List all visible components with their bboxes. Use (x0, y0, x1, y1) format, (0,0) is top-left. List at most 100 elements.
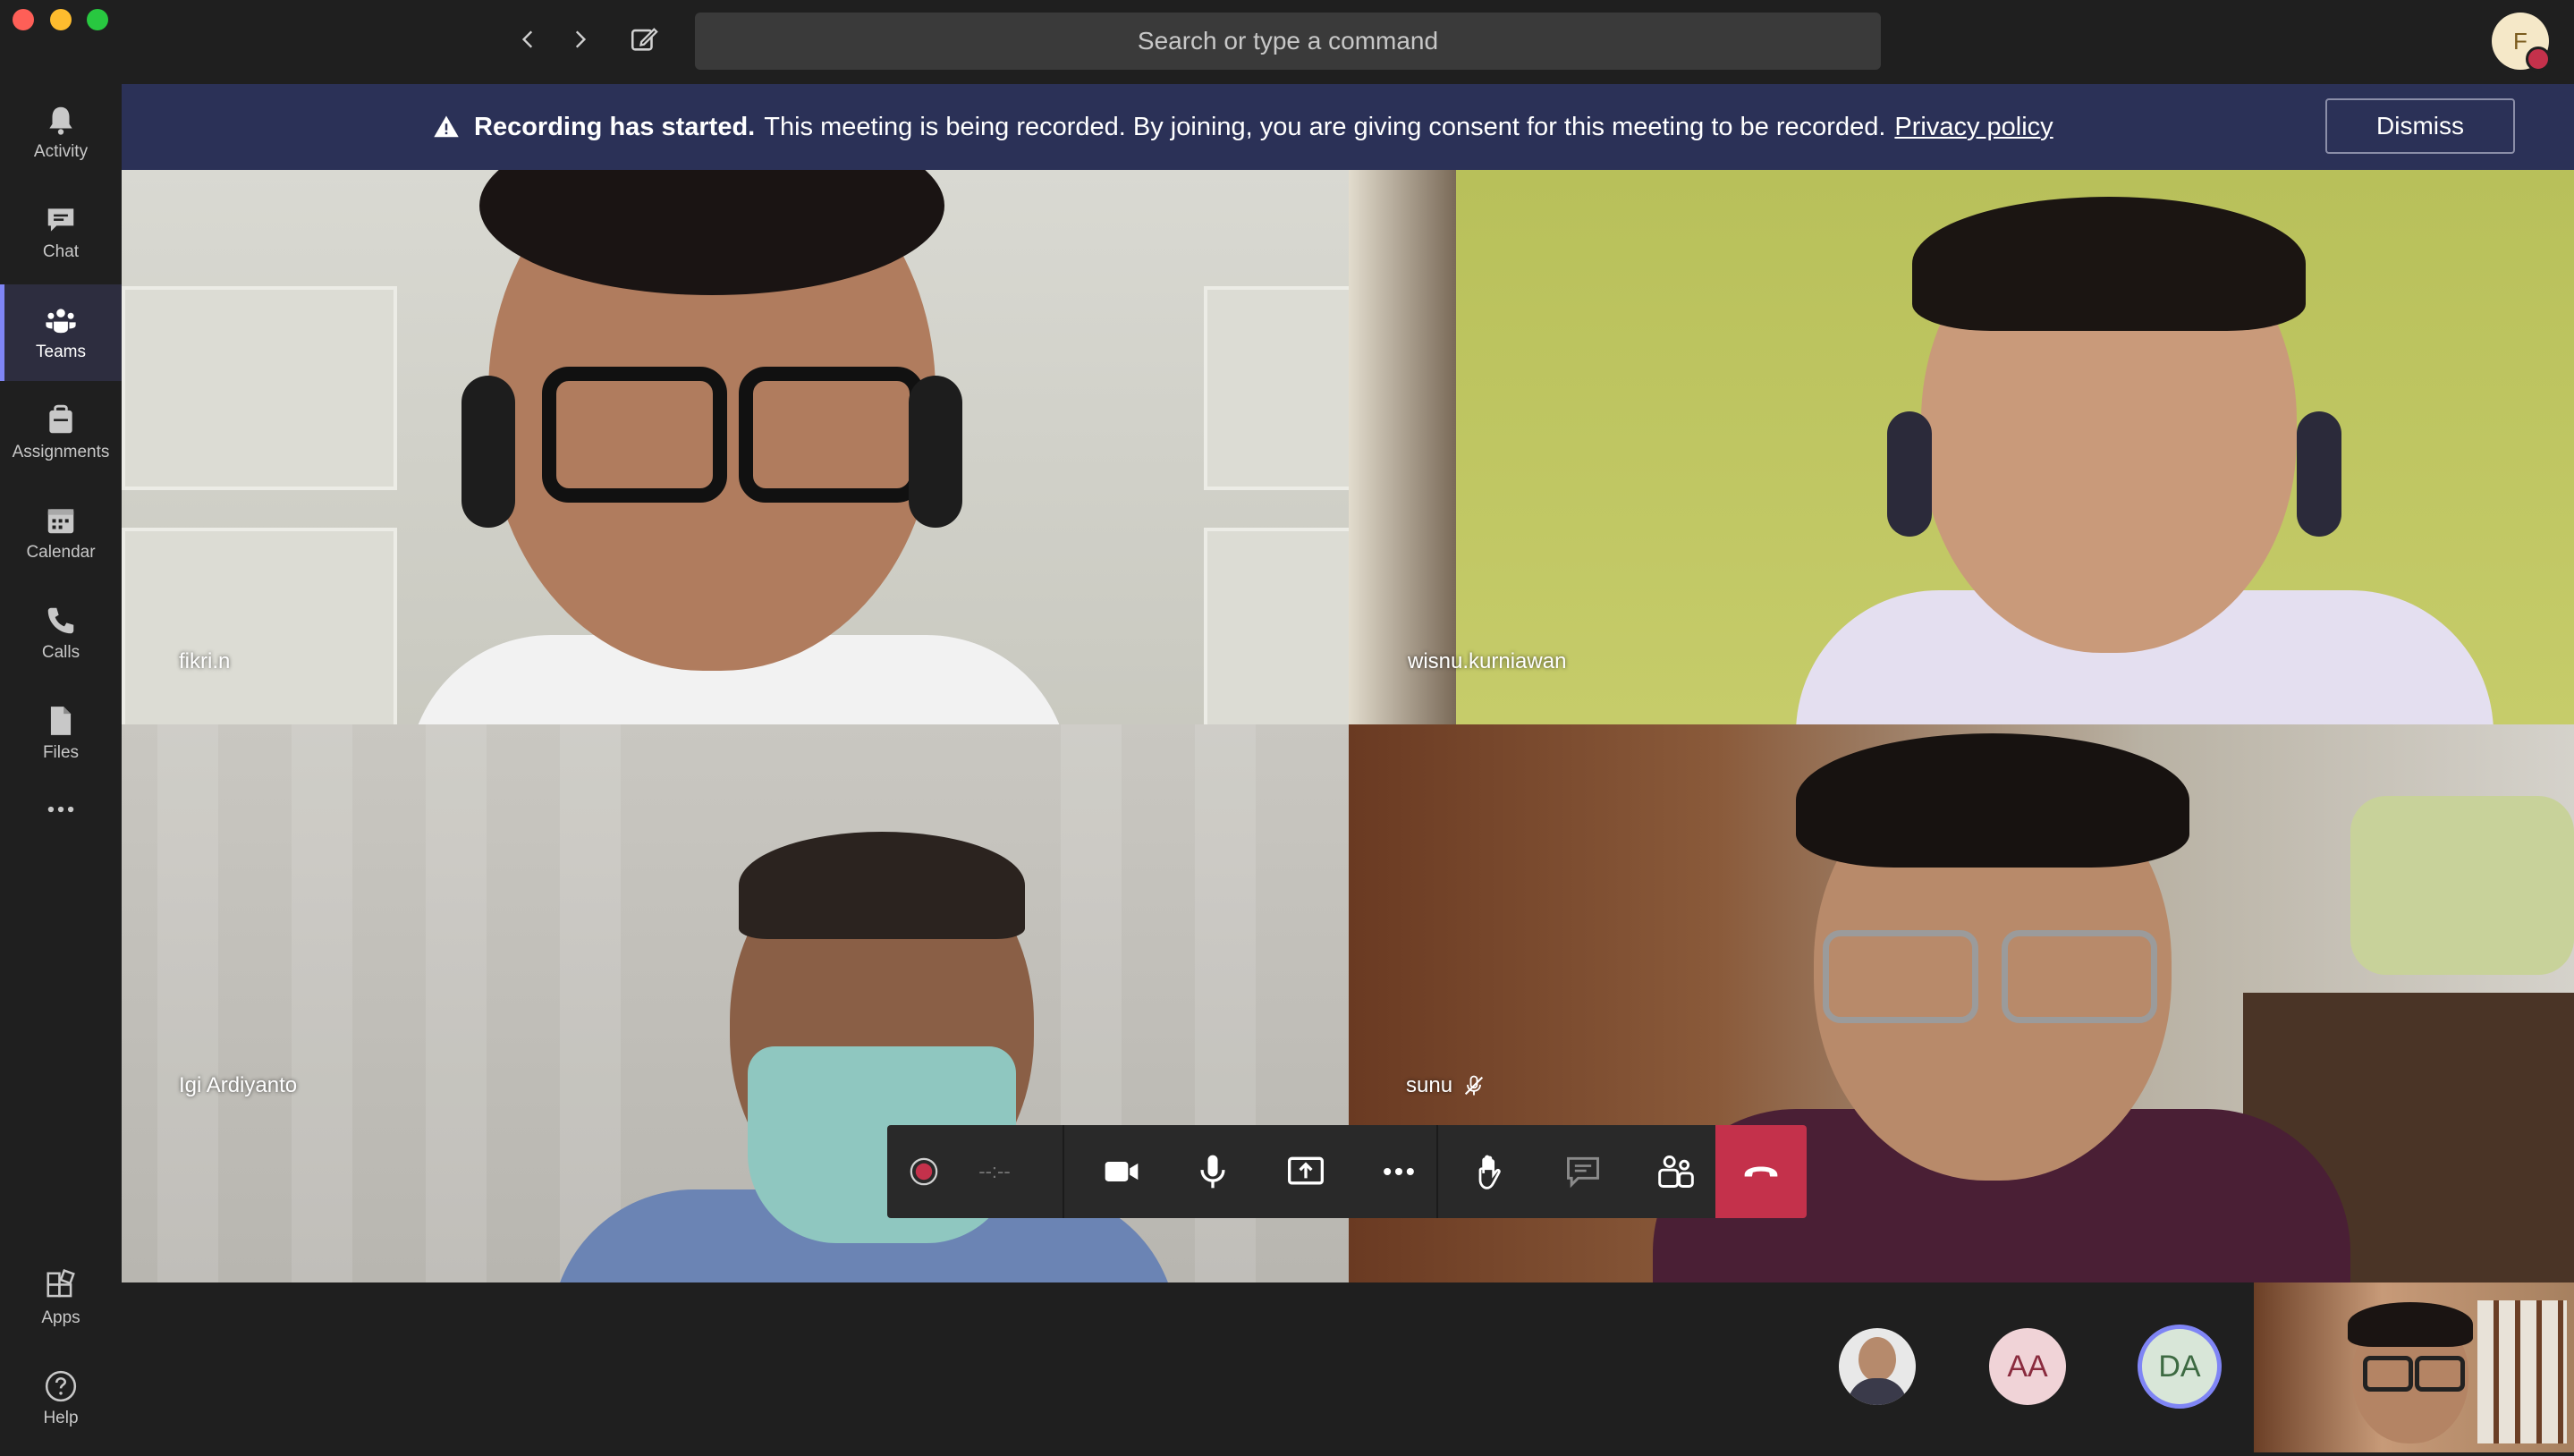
background-cabinet (1204, 528, 1349, 724)
background-blind (426, 724, 487, 1282)
assignments-icon (49, 404, 72, 434)
rail-item-help[interactable]: Help (0, 1350, 122, 1447)
participant-name-text: wisnu.kurniawan (1408, 649, 1567, 673)
chevron-right-icon (575, 30, 587, 48)
participant-name-text: fikri.n (179, 649, 231, 673)
divider (1063, 1125, 1064, 1218)
rail-item-chat[interactable]: Chat (0, 184, 122, 281)
glasses (542, 367, 727, 503)
dismiss-button[interactable]: Dismiss (2325, 98, 2515, 154)
recording-message: Recording has started. This meeting is b… (433, 84, 2053, 170)
glasses (739, 367, 924, 503)
microphone-button[interactable] (1175, 1125, 1250, 1218)
video-tile-fikri[interactable]: fikri.n (122, 170, 1349, 724)
forward-button[interactable] (562, 21, 597, 57)
compose-icon (631, 28, 658, 51)
background-blind (560, 724, 621, 1282)
person-hair (739, 832, 1025, 939)
hang-up-icon (1744, 1166, 1778, 1177)
avatar-initials: DA (2158, 1349, 2201, 1384)
rail-more-button[interactable] (0, 785, 122, 839)
participant-avatar[interactable] (1839, 1328, 1916, 1405)
rail-item-label: Apps (41, 1308, 80, 1327)
rail-item-assignments[interactable]: Assignments (0, 385, 122, 481)
headphone (909, 376, 962, 528)
headphone (461, 376, 515, 528)
rail-item-label: Assignments (12, 443, 110, 461)
title-bar: Search or type a command F (0, 0, 2574, 84)
glasses (2415, 1356, 2465, 1392)
raise-hand-button[interactable] (1452, 1125, 1528, 1218)
person-hair (2348, 1302, 2473, 1347)
file-icon (50, 707, 72, 735)
rail-item-label: Calls (41, 643, 80, 662)
rail-item-label: Teams (36, 343, 86, 361)
app-rail: Activity Chat Teams Assignments Calendar… (0, 84, 122, 1456)
muted-mic-icon (1464, 1075, 1484, 1096)
rail-item-activity[interactable]: Activity (0, 84, 122, 181)
participant-name-text: Igi Ardiyanto (179, 1073, 298, 1097)
more-icon (1384, 1167, 1414, 1176)
participant-avatar-aa[interactable]: AA (1989, 1328, 2066, 1405)
rail-item-label: Activity (33, 142, 89, 161)
minimize-window-button[interactable] (50, 9, 72, 30)
glasses (1823, 930, 1978, 1023)
warning-icon (434, 115, 459, 138)
video-tile-wisnu[interactable]: wisnu.kurniawan (1349, 170, 2574, 724)
participant-name-text: sunu (1406, 1073, 1453, 1097)
back-button[interactable] (511, 21, 546, 57)
background-blind (157, 724, 218, 1282)
show-participants-button[interactable] (1638, 1125, 1714, 1218)
chat-icon (1567, 1156, 1599, 1189)
more-icon (47, 806, 74, 813)
glasses (2002, 930, 2157, 1023)
participant-avatar-da[interactable]: DA (2138, 1325, 2222, 1409)
rail-item-calls[interactable]: Calls (0, 585, 122, 681)
participant-name: Igi Ardiyanto (179, 1073, 297, 1098)
record-button[interactable] (902, 1125, 946, 1218)
background-cabinet (1204, 286, 1349, 490)
participant-name: wisnu.kurniawan (1408, 649, 1566, 674)
record-icon (910, 1157, 938, 1186)
background-cabinet (122, 286, 397, 490)
glasses (2363, 1356, 2413, 1392)
background-clothes (2350, 796, 2574, 975)
privacy-policy-link[interactable]: Privacy policy (1894, 113, 2053, 142)
more-actions-button[interactable] (1361, 1125, 1436, 1218)
rail-item-files[interactable]: Files (0, 685, 122, 782)
rail-item-label: Calendar (26, 543, 96, 562)
person-hair (1796, 733, 2189, 868)
hang-up-button[interactable] (1715, 1125, 1807, 1218)
share-screen-icon (1288, 1156, 1324, 1185)
maximize-window-button[interactable] (87, 9, 108, 30)
profile-avatar[interactable]: F (2492, 13, 2551, 72)
self-video-preview[interactable] (2254, 1282, 2574, 1452)
camera-button[interactable] (1084, 1125, 1159, 1218)
chevron-left-icon (521, 30, 533, 48)
headphone (2297, 411, 2341, 537)
rail-item-calendar[interactable]: Calendar (0, 485, 122, 581)
rail-item-teams[interactable]: Teams (0, 284, 122, 381)
raise-hand-icon (1478, 1155, 1501, 1189)
close-window-button[interactable] (13, 9, 34, 30)
meeting-timer: --:-- (959, 1125, 1030, 1218)
help-icon (45, 1370, 77, 1402)
background-window (2477, 1300, 2567, 1443)
background-blind (292, 724, 352, 1282)
headphone (1887, 411, 1932, 537)
timer-text: --:-- (978, 1160, 1011, 1182)
recording-text: This meeting is being recorded. By joini… (764, 112, 1886, 141)
show-conversation-button[interactable] (1545, 1125, 1621, 1218)
search-input[interactable]: Search or type a command (695, 13, 1881, 70)
rail-item-apps[interactable]: Apps (0, 1250, 122, 1347)
presence-status-dot (2526, 47, 2551, 72)
profile-initial: F (2513, 27, 2527, 55)
camera-icon (1105, 1162, 1139, 1181)
chat-icon (47, 208, 74, 232)
participant-name: sunu (1406, 1073, 1486, 1098)
new-chat-button[interactable] (624, 20, 664, 59)
avatar-photo-suit (1848, 1378, 1907, 1405)
divider (1436, 1125, 1438, 1218)
apps-icon (47, 1269, 75, 1298)
share-screen-button[interactable] (1268, 1125, 1343, 1218)
